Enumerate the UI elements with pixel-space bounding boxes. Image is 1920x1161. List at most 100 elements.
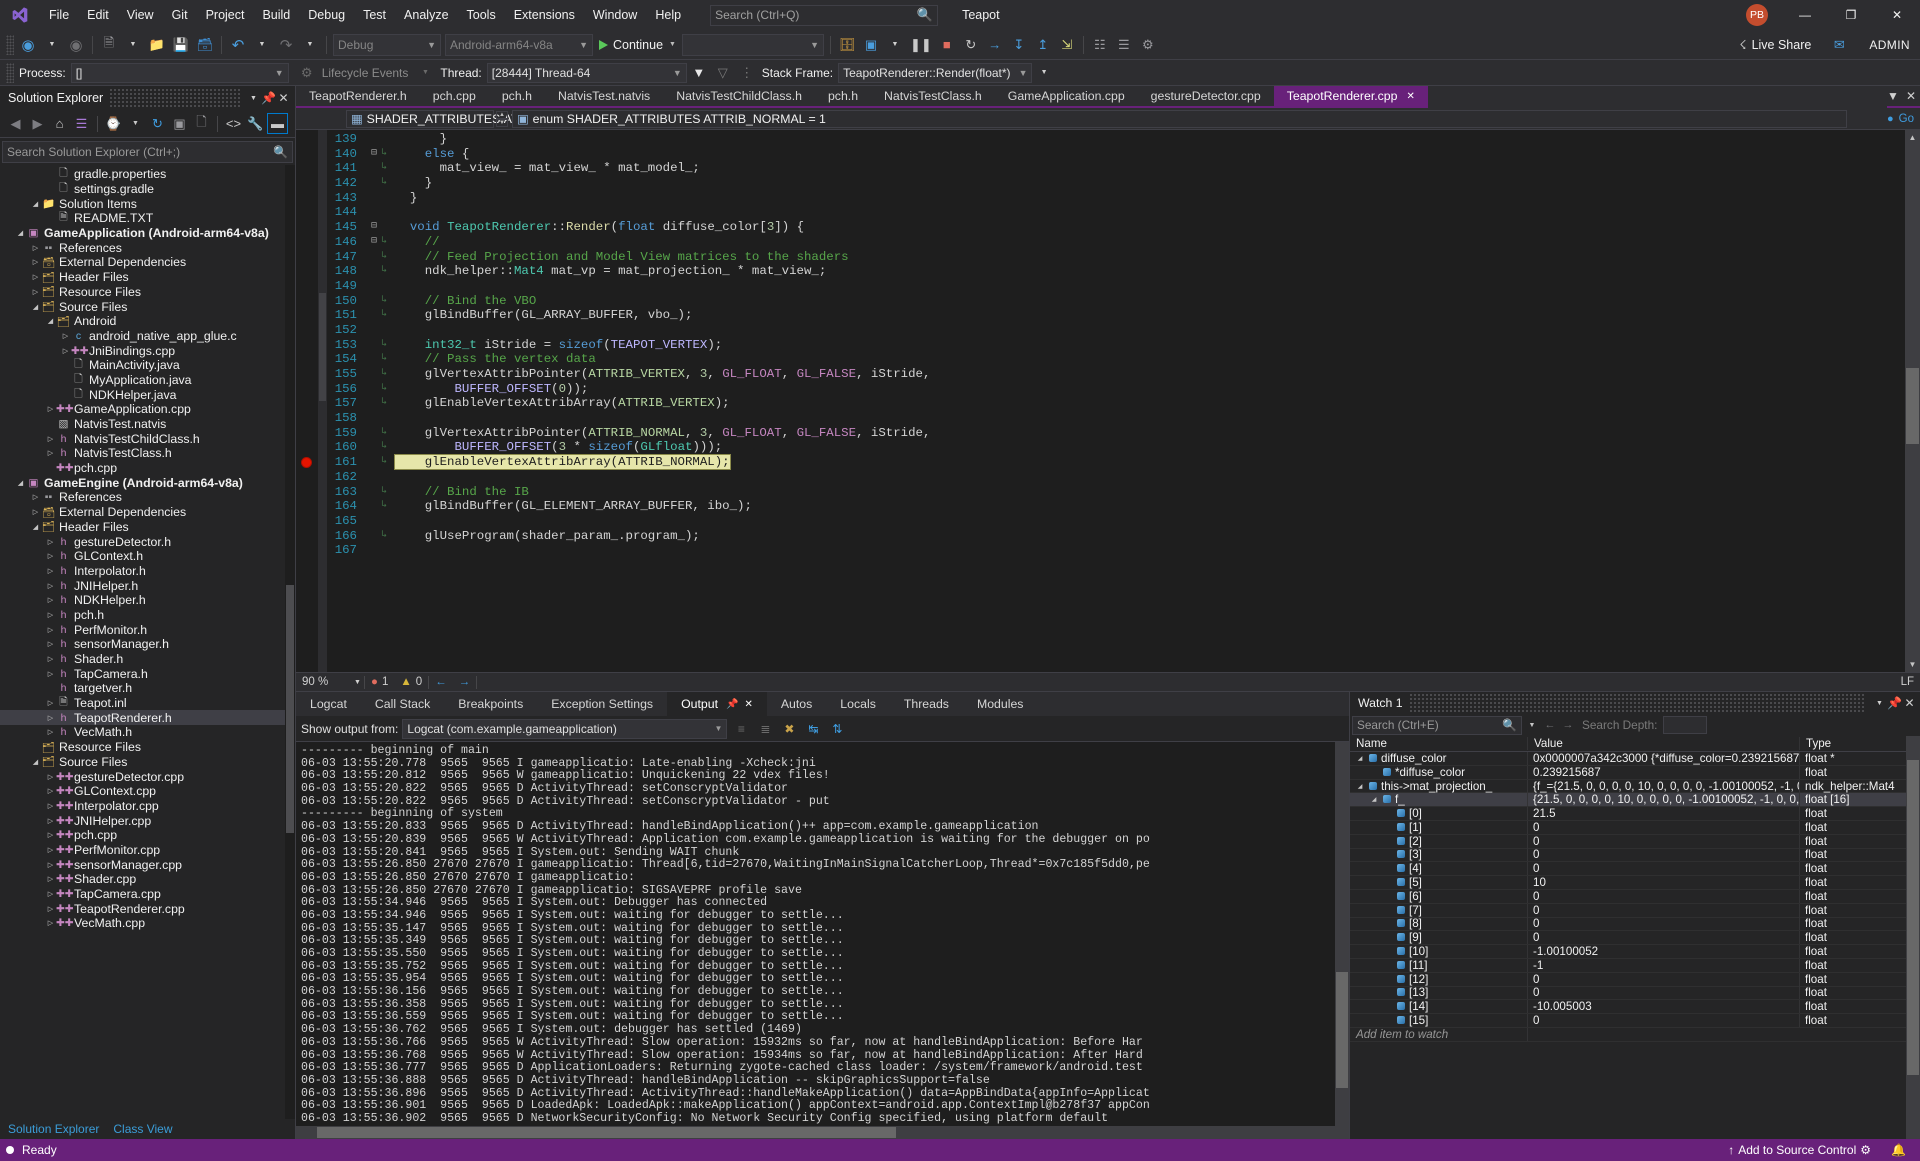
expand-arrow-open-icon[interactable]: ◢ [45,317,56,325]
expand-arrow-closed-icon[interactable]: ▷ [45,626,56,634]
tree-item[interactable]: ▷✚✚pch.cpp [0,461,295,476]
editor-tab[interactable]: NatvisTestChildClass.h [663,86,815,108]
code-line[interactable]: 157 ↳ glEnableVertexAttribArray(ATTRIB_VE… [327,396,1920,411]
code-line[interactable]: 140 ⊟ ↳ else { [327,147,1920,162]
show-all-files-icon[interactable]: 🗋 [191,113,212,134]
tree-item[interactable]: ▷ h PerfMonitor.h [0,622,295,637]
tree-item[interactable]: ▷ ✚✚ Interpolator.cpp [0,799,295,814]
spinner-down-icon[interactable]: ▼ [496,118,508,127]
watch-row[interactable]: [15] 0 float [1350,1014,1920,1028]
tree-item[interactable]: ▷ h pch.h [0,608,295,623]
code-vertical-scrollbar[interactable]: ▲ ▼ [1905,130,1920,672]
zoom-dropdown-icon[interactable]: ▼ [348,673,364,692]
tree-item[interactable]: ▷ ✚✚ TapCamera.cpp [0,887,295,902]
tree-item[interactable]: ▷ 🗂 Header Files [0,270,295,285]
tree-item[interactable]: ▷ ✚✚ gestureDetector.cpp [0,769,295,784]
watch-value[interactable]: 0 [1528,834,1800,848]
stack-frame-select[interactable]: TeapotRenderer::Render(float*) ▼ [838,62,1033,83]
expand-arrow-closed-icon[interactable]: ▷ [30,244,41,252]
close-icon[interactable]: ✕ [1906,89,1916,103]
watch-value[interactable]: -10.005003 [1528,1000,1800,1014]
expand-arrow-closed-icon[interactable]: ▷ [45,831,56,839]
tree-item[interactable]: ▷ h targetver.h [0,681,295,696]
collapse-region-icon[interactable]: ⊟ [367,220,381,235]
watch-row[interactable]: [6] 0 float [1350,889,1920,904]
global-search-input[interactable]: Search (Ctrl+Q) 🔍 [710,4,939,26]
restart-icon[interactable]: ↻ [959,33,983,57]
tree-item[interactable]: ▷ ✚✚ JNIHelper.cpp [0,813,295,828]
find-message-icon[interactable]: ≡ [731,719,751,739]
expand-arrow-icon[interactable]: ◢ [1368,796,1380,803]
editor-tab[interactable]: NatvisTest.natvis [544,86,664,108]
code-line[interactable]: 161 ↳ glEnableVertexAttribArray(ATTRIB_NO… [327,454,1920,471]
home-icon[interactable]: ⌂ [49,113,70,134]
redo-dropdown-icon[interactable]: ▼ [298,33,322,57]
navigate-back-icon[interactable]: ◉ [16,33,40,57]
expand-arrow-closed-icon[interactable]: ▷ [45,861,56,869]
clear-all-icon[interactable]: ✖ [779,719,799,739]
watch-value[interactable]: 10 [1528,876,1800,890]
redo-icon[interactable]: ↷ [274,33,298,57]
watch-value[interactable]: 0 [1528,862,1800,876]
toolbar-grip[interactable] [6,34,14,55]
close-icon[interactable]: ✕ [744,699,752,710]
tree-item[interactable]: ▷ ✚✚ GameApplication.cpp [0,402,295,417]
watch-value[interactable]: 0 [1528,917,1800,931]
close-icon[interactable]: ✕ [1902,696,1917,710]
chevron-down-icon[interactable]: ▼ [1872,700,1887,707]
expand-arrow-closed-icon[interactable]: ▷ [45,714,56,722]
build-configuration-select[interactable]: Debug ▼ [333,33,441,56]
arrow-left-icon[interactable]: ← [1542,719,1558,731]
tab-class-view[interactable]: Class View [113,1122,172,1136]
tree-item[interactable]: ▷ ✚✚ TeapotRenderer.cpp [0,901,295,916]
undo-dropdown-icon[interactable]: ▼ [250,33,274,57]
watch-value[interactable]: -1.00100052 [1528,945,1800,959]
tree-item[interactable]: ▷ h NatvisTestClass.h [0,446,295,461]
chevron-down-icon[interactable]: ▼ [1887,89,1899,103]
tree-item[interactable]: ▷ h JNIHelper.h [0,578,295,593]
add-item-to-watch-input[interactable]: Add item to watch [1350,1027,1528,1041]
expand-arrow-closed-icon[interactable]: ▷ [45,773,56,781]
code-line[interactable]: 141 ↳ mat_view_ = mat_view_ * mat_model_; [327,161,1920,176]
main-menu[interactable]: File Edit View Git Project Build Debug T… [40,0,690,30]
editor-tab[interactable]: pch.h [814,86,872,108]
watch-table[interactable]: Name Value Type ◢ diffuse_color 0x0000007a342… [1350,736,1920,1139]
next-issue-button[interactable]: → [453,673,477,692]
target-device-select[interactable]: ▼ [681,33,824,56]
minimize-button[interactable]: — [1782,0,1828,30]
maximize-button[interactable]: ❐ [1828,0,1874,30]
code-line[interactable]: 165 [327,514,1920,529]
watch-row[interactable]: *diffuse_color 0.239215687 float [1350,765,1920,780]
error-count[interactable]: ● 1 [365,673,394,692]
go-live-icon[interactable]: ● [1887,113,1894,125]
filter-threads-icon[interactable]: ⋮ [735,61,759,85]
tree-item[interactable]: ▷ ✚✚ Shader.cpp [0,872,295,887]
menu-edit[interactable]: Edit [78,0,118,30]
close-icon[interactable]: ✕ [1406,91,1414,102]
watch-row[interactable]: [14] -10.005003 float [1350,1000,1920,1015]
line-ending-indicator[interactable]: LF [1895,673,1920,692]
watch-value[interactable]: 0 [1528,903,1800,917]
tree-item[interactable]: ▷ h TeapotRenderer.h [0,710,295,726]
new-item-icon[interactable]: 🗎 [97,33,121,57]
live-share-button[interactable]: ☇ Live Share [1731,33,1819,57]
watch-value[interactable]: 0 [1528,986,1800,1000]
output-tab[interactable]: Locals [826,692,890,716]
avatar[interactable]: PB [1746,4,1768,26]
collapse-all-icon[interactable]: ▣ [169,113,190,134]
code-text-area[interactable]: 139 } 140 ⊟ ↳ else {141 ↳ mat_view_ = mat_vi… [327,130,1920,672]
code-line[interactable]: 163 ↳ // Bind the IB [327,485,1920,500]
watch-row[interactable]: [11] -1 float [1350,958,1920,973]
menu-debug[interactable]: Debug [299,0,354,30]
editor-tab[interactable]: pch.cpp [419,86,489,108]
expand-arrow-icon[interactable]: ◢ [1354,755,1366,762]
expand-arrow-closed-icon[interactable]: ▷ [45,699,56,707]
continue-button[interactable]: Continue ▼ [595,33,680,57]
solution-explorer-search-input[interactable]: Search Solution Explorer (Ctrl+;) 🔍 [2,141,293,163]
thread-marker-icon[interactable]: ☷ [1088,33,1112,57]
build-platform-select[interactable]: Android-arm64-v8a ▼ [445,33,593,56]
code-line[interactable]: 164 ↳ glBindBuffer(GL_ELEMENT_ARRAY_BUFFE… [327,499,1920,514]
tree-item[interactable]: ▷ h Shader.h [0,652,295,667]
save-icon[interactable]: 💾 [169,33,193,57]
process-select[interactable]: [] ▼ [70,62,289,83]
